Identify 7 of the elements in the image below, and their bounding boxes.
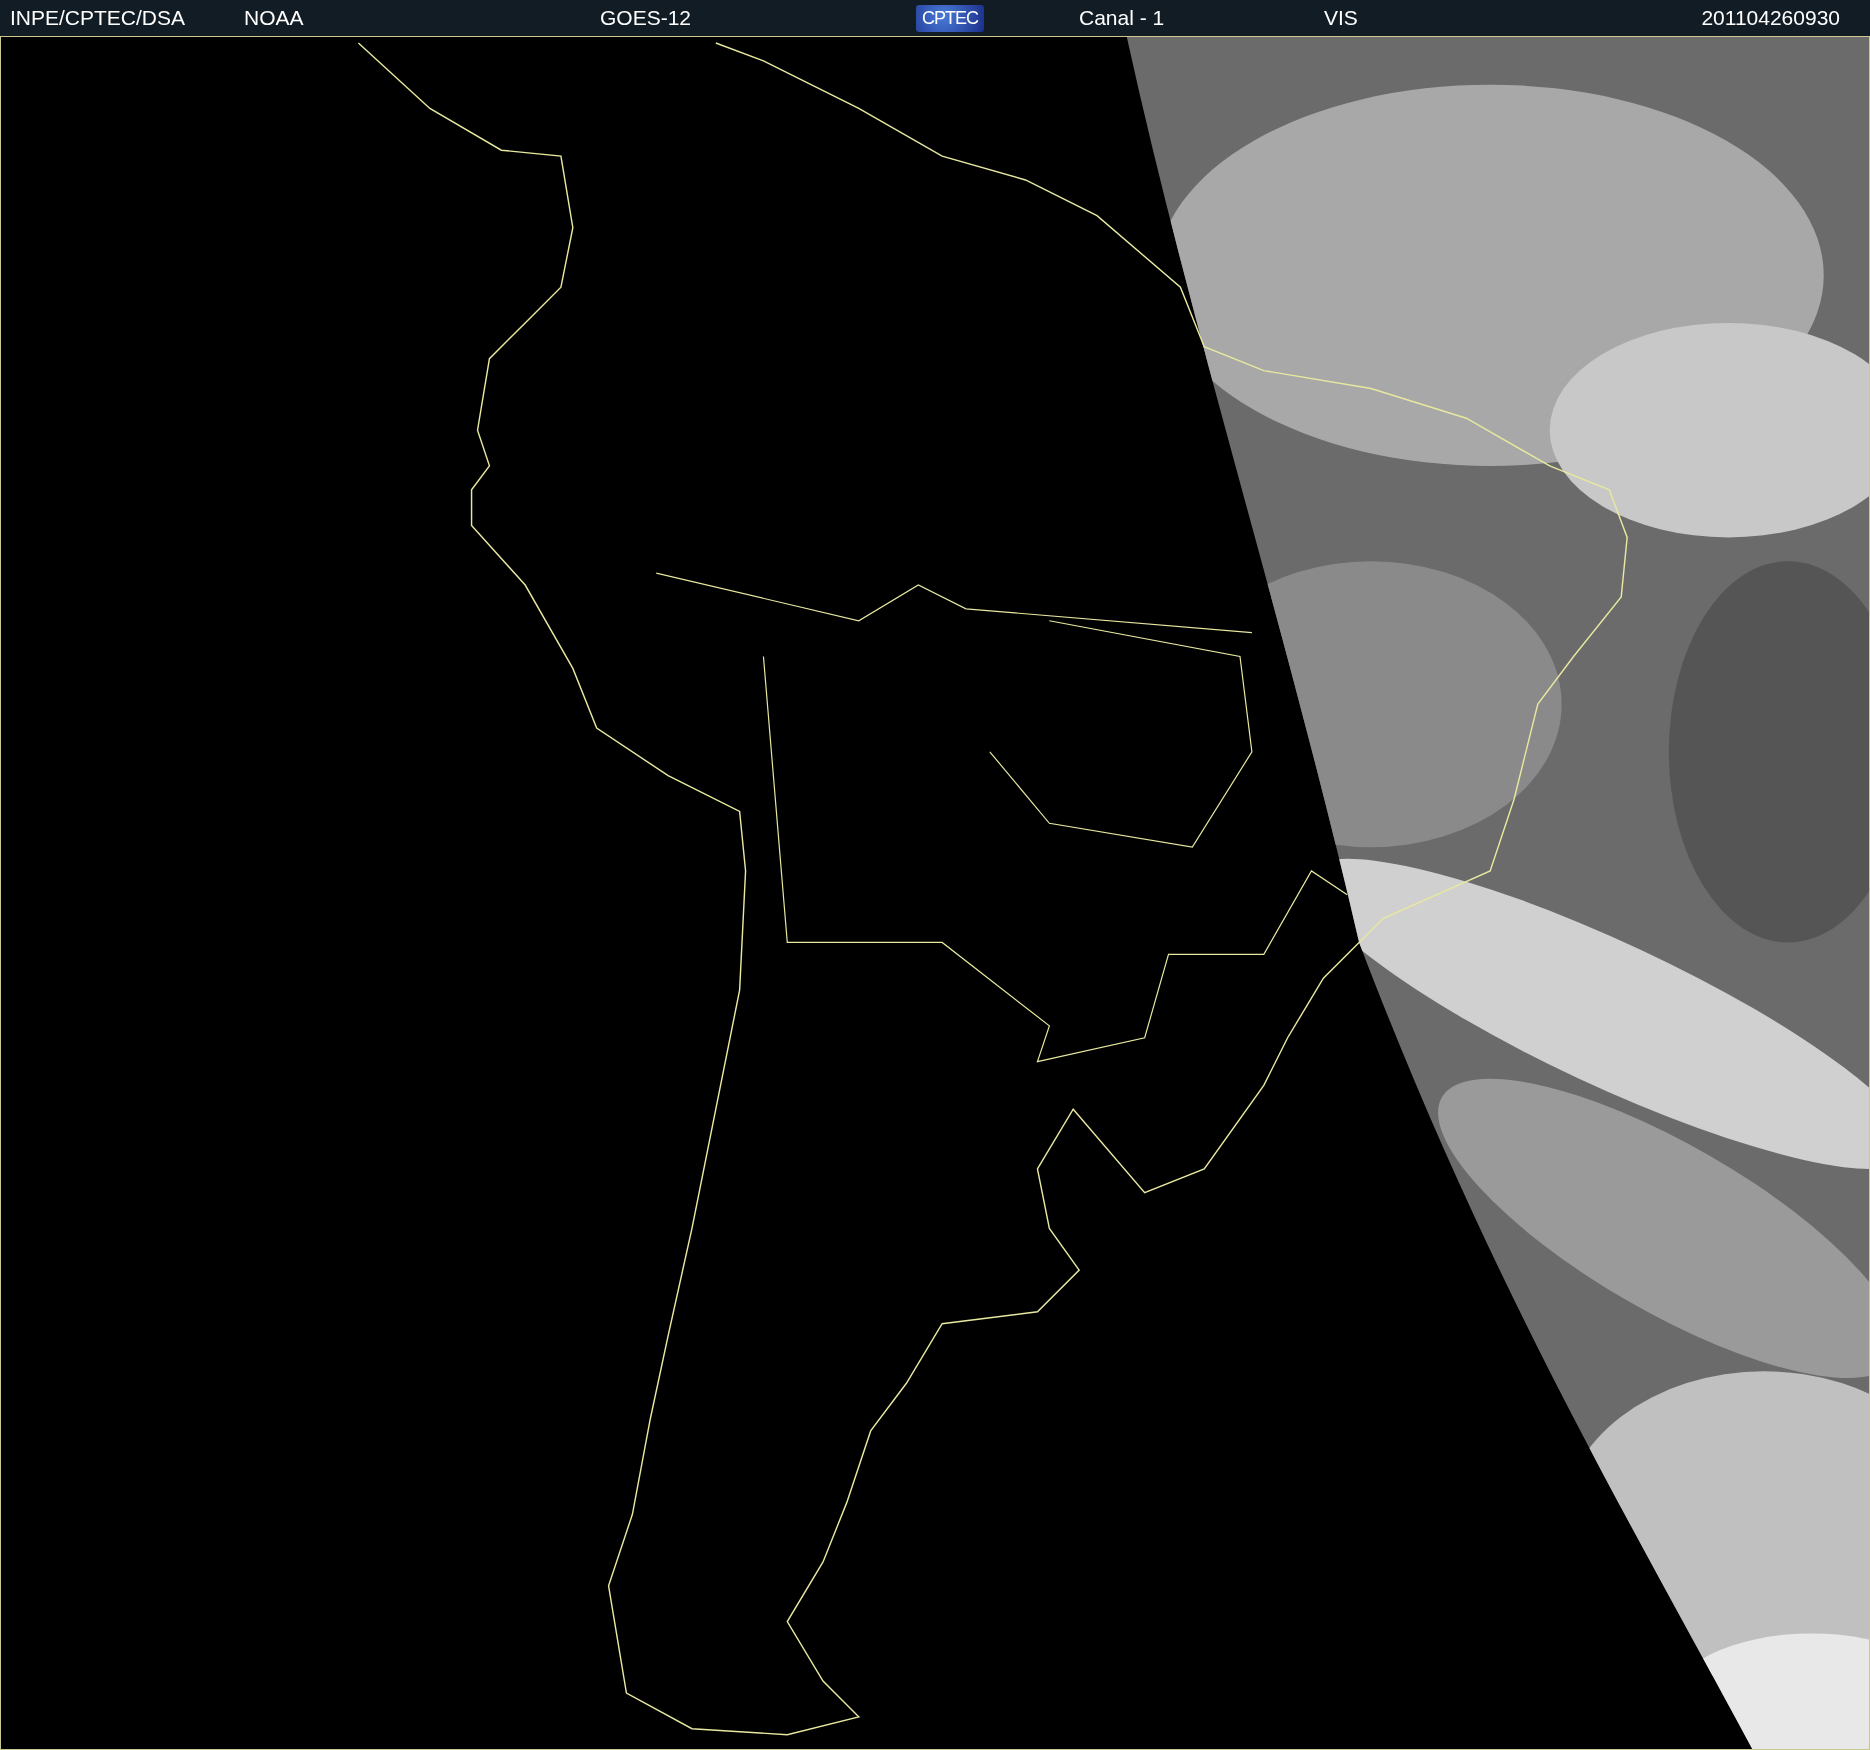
header-label: Canal - 1 xyxy=(1079,6,1165,30)
header-label: 201104260930 xyxy=(1701,6,1840,30)
header-label: NOAA xyxy=(244,6,304,30)
header-label: VIS xyxy=(1324,6,1358,30)
header-label: INPE/CPTEC/DSA xyxy=(10,6,186,30)
header-label: GOES-12 xyxy=(600,6,692,30)
logo: CPTEC xyxy=(916,4,984,32)
